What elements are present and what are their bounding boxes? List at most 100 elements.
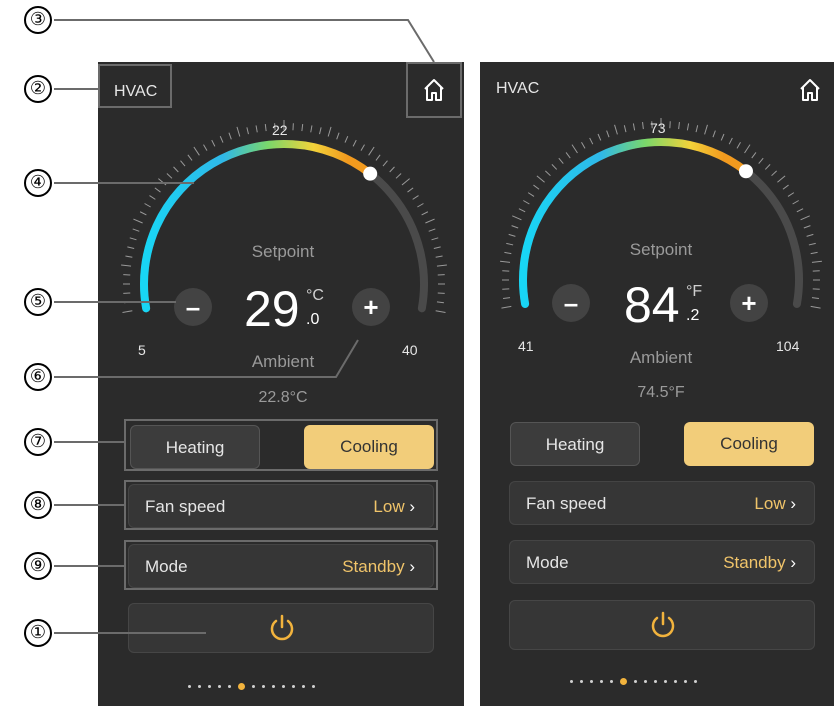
page-dot[interactable] <box>252 685 255 688</box>
page-dot[interactable] <box>228 685 231 688</box>
page-dot[interactable] <box>272 685 275 688</box>
gauge-tick <box>425 218 435 224</box>
gauge-tick <box>511 225 519 229</box>
decrease-button[interactable]: – <box>552 284 590 322</box>
page-dot[interactable] <box>684 680 687 683</box>
gauge-tick <box>375 154 381 161</box>
page-dot[interactable] <box>694 680 697 683</box>
plus-icon: + <box>363 292 379 322</box>
page-dot[interactable] <box>312 685 315 688</box>
gauge-tick <box>421 211 429 216</box>
gauge-tick <box>389 166 395 173</box>
power-icon <box>270 614 294 641</box>
gauge-tick <box>527 192 535 197</box>
gauge-tick <box>533 184 540 190</box>
fan-speed-value: Low › <box>754 494 796 513</box>
power-button[interactable] <box>128 603 434 653</box>
page-dot[interactable] <box>674 680 677 683</box>
gauge-tick <box>751 152 757 159</box>
page-indicator[interactable] <box>570 678 697 685</box>
highlight-fan-speed <box>124 480 438 530</box>
gauge-tick <box>810 305 821 309</box>
page-dot[interactable] <box>292 685 295 688</box>
page-dot[interactable] <box>218 685 221 688</box>
gauge-tick <box>327 126 332 137</box>
gauge-tick <box>712 130 716 138</box>
gauge-tick <box>792 200 799 205</box>
page-dot[interactable] <box>580 680 583 683</box>
page-dot[interactable] <box>664 680 667 683</box>
decrease-button[interactable]: – <box>174 288 212 326</box>
scale-max-label: 40 <box>402 342 418 358</box>
gauge-tick <box>523 200 530 205</box>
page-dot[interactable] <box>282 685 285 688</box>
gauge-tick <box>133 218 143 224</box>
gauge-tick <box>512 215 522 221</box>
gauge-tick <box>771 170 777 177</box>
page-dot[interactable] <box>262 685 265 688</box>
cooling-button[interactable]: Cooling <box>684 422 814 466</box>
page-indicator[interactable] <box>188 683 315 690</box>
power-button[interactable] <box>509 600 815 650</box>
page-dot[interactable] <box>302 685 305 688</box>
page-dot[interactable] <box>570 680 573 683</box>
callout-2: ② <box>24 75 52 103</box>
gauge-tick <box>565 152 571 159</box>
gauge-tick <box>211 139 216 147</box>
page-dot-active[interactable] <box>238 683 245 690</box>
gauge-tick <box>506 242 514 246</box>
page-dot[interactable] <box>188 685 191 688</box>
minus-icon: – <box>563 288 579 318</box>
gauge-tick <box>504 251 512 255</box>
heating-button[interactable]: Heating <box>510 422 640 466</box>
setpoint-value: 84 <box>624 277 680 333</box>
gauge-tick <box>382 160 388 167</box>
page-dot[interactable] <box>198 685 201 688</box>
setpoint-label: Setpoint <box>251 242 315 261</box>
page-dot-active[interactable] <box>620 678 627 685</box>
gauge-tick <box>125 255 133 258</box>
setpoint-decimal: .2 <box>686 307 700 324</box>
gauge-tick <box>122 310 133 313</box>
callout-3: ③ <box>24 6 52 34</box>
increase-button[interactable]: + <box>352 288 390 326</box>
gauge-tick <box>508 233 516 237</box>
page-dot[interactable] <box>644 680 647 683</box>
gauge-tick <box>589 137 594 145</box>
gauge-tick <box>144 203 151 208</box>
gauge-tick <box>623 125 627 133</box>
gauge-tick <box>606 130 610 138</box>
gauge-tick <box>255 125 258 133</box>
page-dot[interactable] <box>208 685 211 688</box>
mode-row[interactable]: Mode Standby › <box>509 540 815 584</box>
gauge-tick <box>407 187 414 193</box>
gauge-tick <box>811 297 819 299</box>
page-dot[interactable] <box>600 680 603 683</box>
plus-icon: + <box>741 288 757 318</box>
gauge-tick <box>158 178 167 186</box>
gauge-tick <box>758 157 764 164</box>
scale-mid-label: 22 <box>272 122 288 138</box>
gauge-tick <box>166 173 173 179</box>
gauge-tick <box>597 133 602 141</box>
page-dot[interactable] <box>590 680 593 683</box>
gauge-tick <box>500 260 511 263</box>
highlight-mode <box>124 540 438 590</box>
mode-label: Mode <box>526 553 569 572</box>
gauge-tick <box>139 211 147 216</box>
hvac-panel-fahrenheit: HVAC 41 73 104 Setpoint 84 °F .2 – + Amb… <box>480 62 834 706</box>
highlight-home <box>406 62 462 118</box>
fan-speed-row[interactable]: Fan speed Low › <box>509 481 815 525</box>
highlight-mode-toggle <box>124 419 438 471</box>
page-dot[interactable] <box>654 680 657 683</box>
gauge-tick <box>435 255 443 258</box>
increase-button[interactable]: + <box>730 284 768 322</box>
gauge-tick <box>558 157 564 164</box>
gauge-tick <box>368 146 375 156</box>
page-dot[interactable] <box>634 680 637 683</box>
ambient-value: 74.5°F <box>637 384 685 401</box>
page-dot[interactable] <box>610 680 613 683</box>
gauge-tick <box>632 123 636 131</box>
callout-1: ① <box>24 619 52 647</box>
gauge-tick <box>811 260 822 263</box>
